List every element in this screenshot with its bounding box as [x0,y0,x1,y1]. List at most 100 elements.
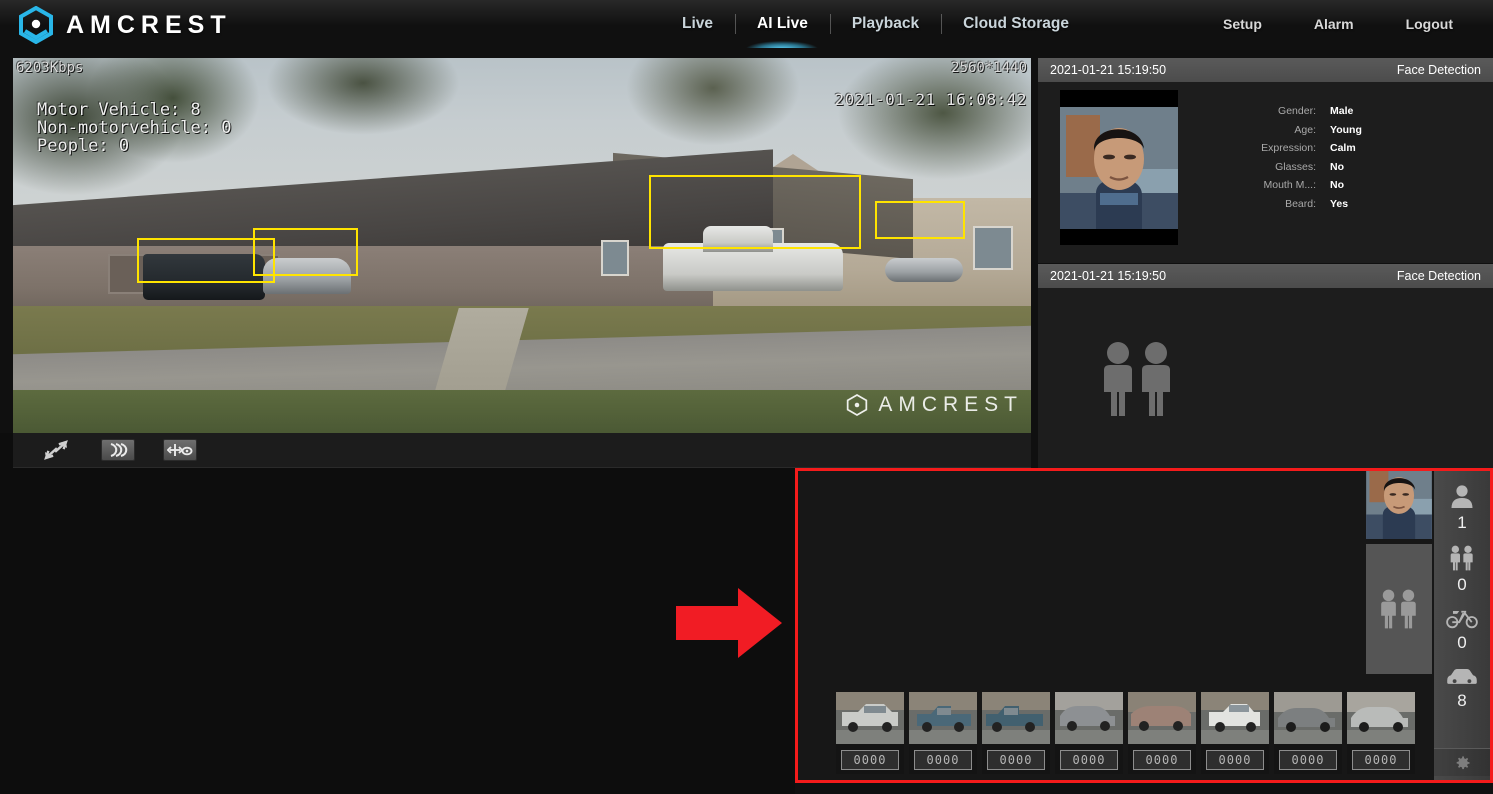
counter-bicycle[interactable]: 0 [1446,607,1478,653]
video-timestamp: 2021-01-21 16:08:42 [834,90,1027,109]
counter-value: 0 [1457,633,1466,653]
vehicle-thumbnail-item[interactable]: 0000 [1201,692,1269,774]
vehicle-thumbnail-image [909,692,977,744]
ai-side-thumbnails [1366,471,1434,676]
attribute-row: Expression: Calm [1238,139,1362,158]
live-video-pane[interactable]: 6203Kbps 2560*1440 2021-01-21 16:08:42 M… [13,58,1031,433]
vehicle-thumbnail-image [1274,692,1342,744]
counter-value: 8 [1457,691,1466,711]
attribute-row: Glasses: No [1238,158,1362,177]
nav-item-cloud-storage[interactable]: Cloud Storage [941,0,1091,48]
attribute-key: Gender: [1238,105,1316,117]
gear-icon [1452,753,1472,773]
vehicle-tan-van-icon [1128,692,1196,744]
vehicle-thumbnail-image [1055,692,1123,744]
attribute-value: No [1330,161,1344,173]
stat-people: People: 0 [37,138,231,154]
scene-vehicle-4 [703,226,773,252]
event-time: 2021-01-21 15:19:50 [1050,63,1166,77]
ai-panel-main: 0000 0000 [798,471,1434,780]
smoke-wave-icon [106,442,130,458]
attribute-value: Calm [1330,142,1356,154]
attribute-value: Yes [1330,198,1348,210]
vehicle-thumbnail-image [836,692,904,744]
nav-item-playback[interactable]: Playback [830,0,941,48]
face-attribute-table: Gender: Male Age: Young Expression: Calm… [1238,102,1362,263]
ai-people-thumbnail[interactable] [1366,544,1432,674]
vehicle-thumbnail-item[interactable]: 0000 [1274,692,1342,774]
attribute-row: Age: Young [1238,121,1362,140]
ai-face-thumbnail[interactable] [1366,471,1432,539]
account-navigation: Setup Alarm Logout [1197,0,1479,48]
brand-logo[interactable]: AMCREST [18,6,232,44]
brand-name: AMCREST [66,6,232,44]
vehicle-thumbnail-item[interactable]: 0000 [1055,692,1123,774]
stat-motor-vehicle: Motor Vehicle: 8 [37,102,231,118]
face-snapshot[interactable] [1060,90,1178,245]
zoom-region-icon [167,442,193,458]
event-card-face-2[interactable]: 2021-01-21 15:19:50 Face Detection [1038,263,1493,468]
attribute-key: Expression: [1238,142,1316,154]
ai-detection-panel: 0000 0000 [795,468,1493,783]
scene-vehicle-2 [263,258,351,294]
car-icon [1445,665,1479,687]
face-icon [1449,483,1475,509]
nav-item-live[interactable]: Live [660,0,735,48]
event-card-face-1[interactable]: 2021-01-21 15:19:50 Face Detection [1038,58,1493,263]
scene-vehicle-5 [885,258,963,282]
vehicle-thumbnail-item[interactable]: 0000 [1128,692,1196,774]
nav-item-ai-live[interactable]: AI Live [735,0,830,48]
license-plate-label: 0000 [1352,750,1410,770]
counter-people[interactable]: 0 [1447,545,1477,595]
amcrest-hex-logo-icon [18,6,54,44]
attribute-key: Glasses: [1238,161,1316,173]
vehicle-thumbnail-item[interactable]: 0000 [836,692,904,774]
scene-window-1 [601,240,629,276]
video-bitrate-label: 6203Kbps [16,60,83,76]
attribute-value: No [1330,179,1344,191]
vehicle-silver-sedan-icon [1347,692,1415,744]
license-plate-label: 0000 [987,750,1045,770]
event-body: Gender: Male Age: Young Expression: Calm… [1038,82,1493,263]
fullscreen-button[interactable] [39,439,73,461]
video-toolbar [13,433,1031,468]
event-time: 2021-01-21 15:19:50 [1050,269,1166,283]
license-plate-label: 0000 [1279,750,1337,770]
attribute-row: Mouth M...: No [1238,176,1362,195]
vehicle-grey-sedan-icon [1274,692,1342,744]
scene-vehicle-1 [143,254,265,300]
image-adjust-button[interactable] [101,439,135,461]
attribute-value: Male [1330,105,1353,117]
digital-zoom-button[interactable] [163,439,197,461]
scene-window-3 [973,226,1013,270]
bicycle-icon [1446,607,1478,629]
app-header: AMCREST Live AI Live Playback Cloud Stor… [0,0,1493,48]
vehicle-blue-truck-icon [909,692,977,744]
face-photo-icon [1366,471,1432,539]
vehicle-white-suv-icon [1201,692,1269,744]
vehicle-thumbnail-item[interactable]: 0000 [982,692,1050,774]
nav-item-setup[interactable]: Setup [1197,0,1288,48]
ai-statistics-overlay: Motor Vehicle: 8 Non-motorvehicle: 0 Peo… [37,102,231,156]
settings-button[interactable] [1434,748,1490,776]
counter-face[interactable]: 1 [1449,483,1475,533]
vehicle-grey-sedan-icon [1055,692,1123,744]
license-plate-label: 0000 [841,750,899,770]
vehicle-thumbnail-strip: 0000 0000 [836,692,1415,774]
vehicle-thumbnail-image [982,692,1050,744]
counter-vehicle[interactable]: 8 [1445,665,1479,711]
face-photo-icon [1060,107,1178,229]
people-placeholder-icon [1096,340,1180,418]
attribute-row: Beard: Yes [1238,195,1362,214]
vehicle-silver-suv-icon [836,692,904,744]
nav-item-alarm[interactable]: Alarm [1288,0,1380,48]
vehicle-thumbnail-image [1201,692,1269,744]
vehicle-thumbnail-item[interactable]: 0000 [1347,692,1415,774]
license-plate-label: 0000 [914,750,972,770]
license-plate-label: 0000 [1206,750,1264,770]
nav-item-logout[interactable]: Logout [1380,0,1479,48]
attribute-key: Age: [1238,124,1316,136]
attribute-value: Young [1330,124,1362,136]
vehicle-thumbnail-item[interactable]: 0000 [909,692,977,774]
detection-counter-rail: 1 0 [1434,471,1490,780]
